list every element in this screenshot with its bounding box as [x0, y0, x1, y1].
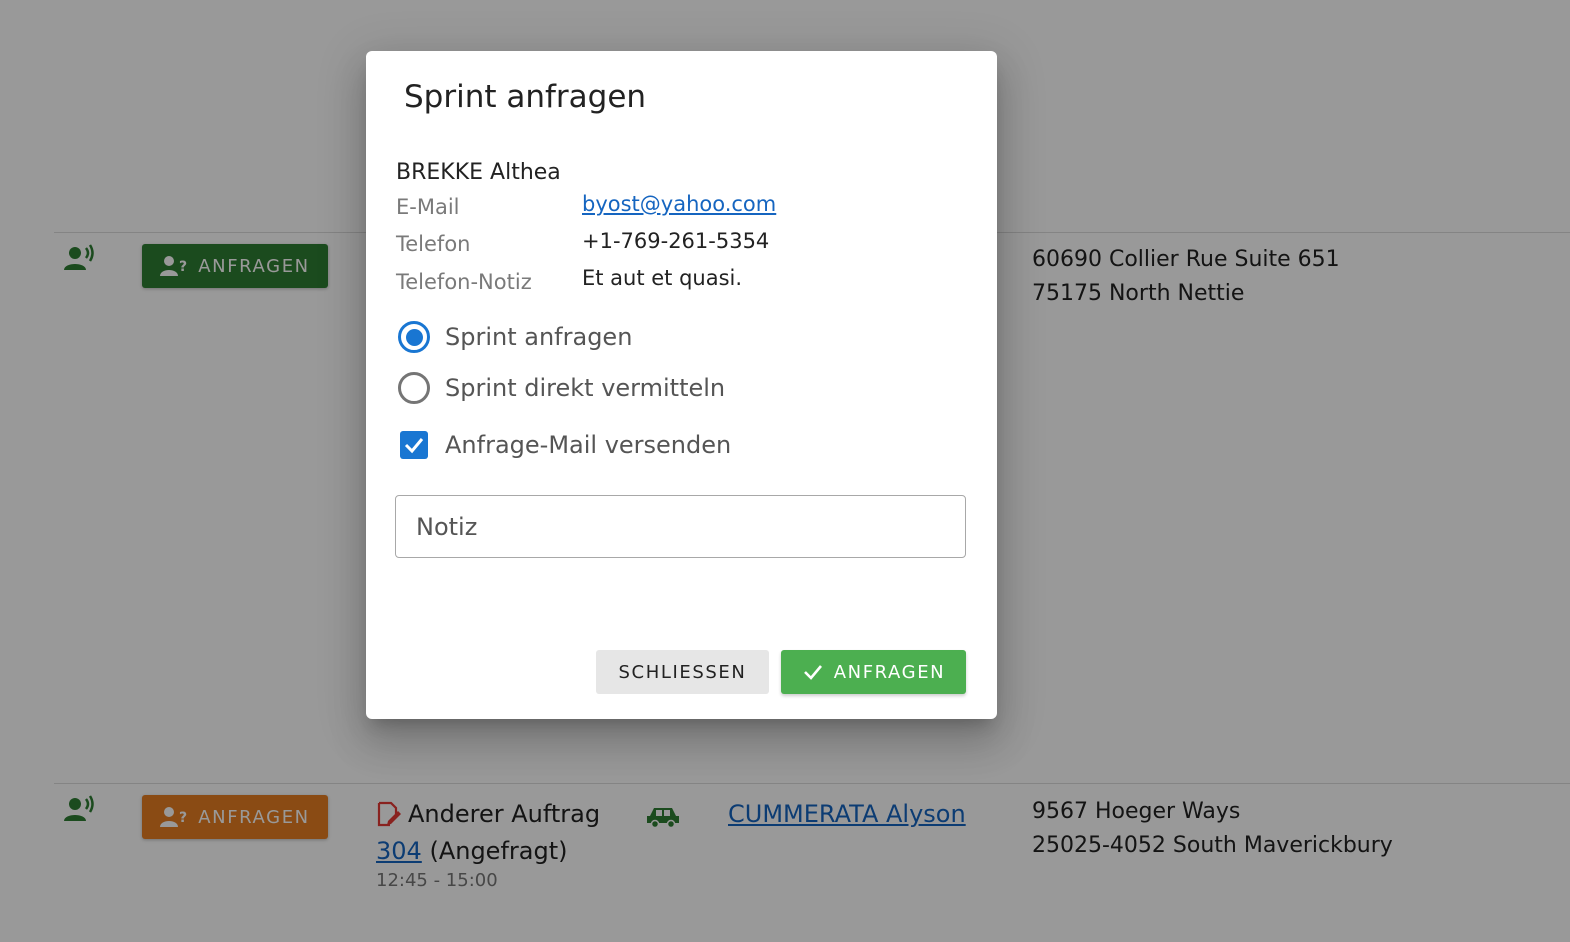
phone-note-label: Telefon-Notiz	[396, 270, 532, 294]
submit-button-label: ANFRAGEN	[833, 661, 946, 683]
note-field[interactable]	[395, 495, 966, 558]
phone-value: +1-769-261-5354	[582, 229, 770, 253]
send-mail-label: Anfrage-Mail versenden	[445, 431, 732, 459]
close-button[interactable]: SCHLIESSEN	[596, 650, 769, 694]
check-icon	[803, 665, 822, 680]
request-dialog: Sprint anfragen BREKKE Althea E-Mail byo…	[366, 51, 997, 719]
checkmark-icon	[404, 438, 424, 454]
option-sprint-direkt-vermitteln[interactable]: Sprint direkt vermitteln	[398, 372, 725, 404]
contact-name: BREKKE Althea	[396, 160, 561, 185]
radio-button-selected[interactable]	[398, 321, 430, 353]
email-label: E-Mail	[396, 195, 460, 219]
submit-request-button[interactable]: ANFRAGEN	[781, 650, 966, 694]
option-label: Sprint anfragen	[445, 323, 633, 351]
email-link[interactable]: byost@yahoo.com	[582, 188, 776, 220]
send-mail-checkbox-row[interactable]: Anfrage-Mail versenden	[400, 431, 731, 459]
send-mail-checkbox[interactable]	[400, 431, 428, 459]
close-button-label: SCHLIESSEN	[618, 661, 747, 683]
note-input[interactable]	[414, 511, 947, 542]
option-sprint-anfragen[interactable]: Sprint anfragen	[398, 321, 632, 353]
phone-label: Telefon	[396, 232, 471, 256]
dialog-title: Sprint anfragen	[404, 79, 647, 115]
radio-button[interactable]	[398, 372, 430, 404]
option-label: Sprint direkt vermitteln	[445, 374, 726, 402]
phone-note-value: Et aut et quasi.	[582, 266, 743, 290]
